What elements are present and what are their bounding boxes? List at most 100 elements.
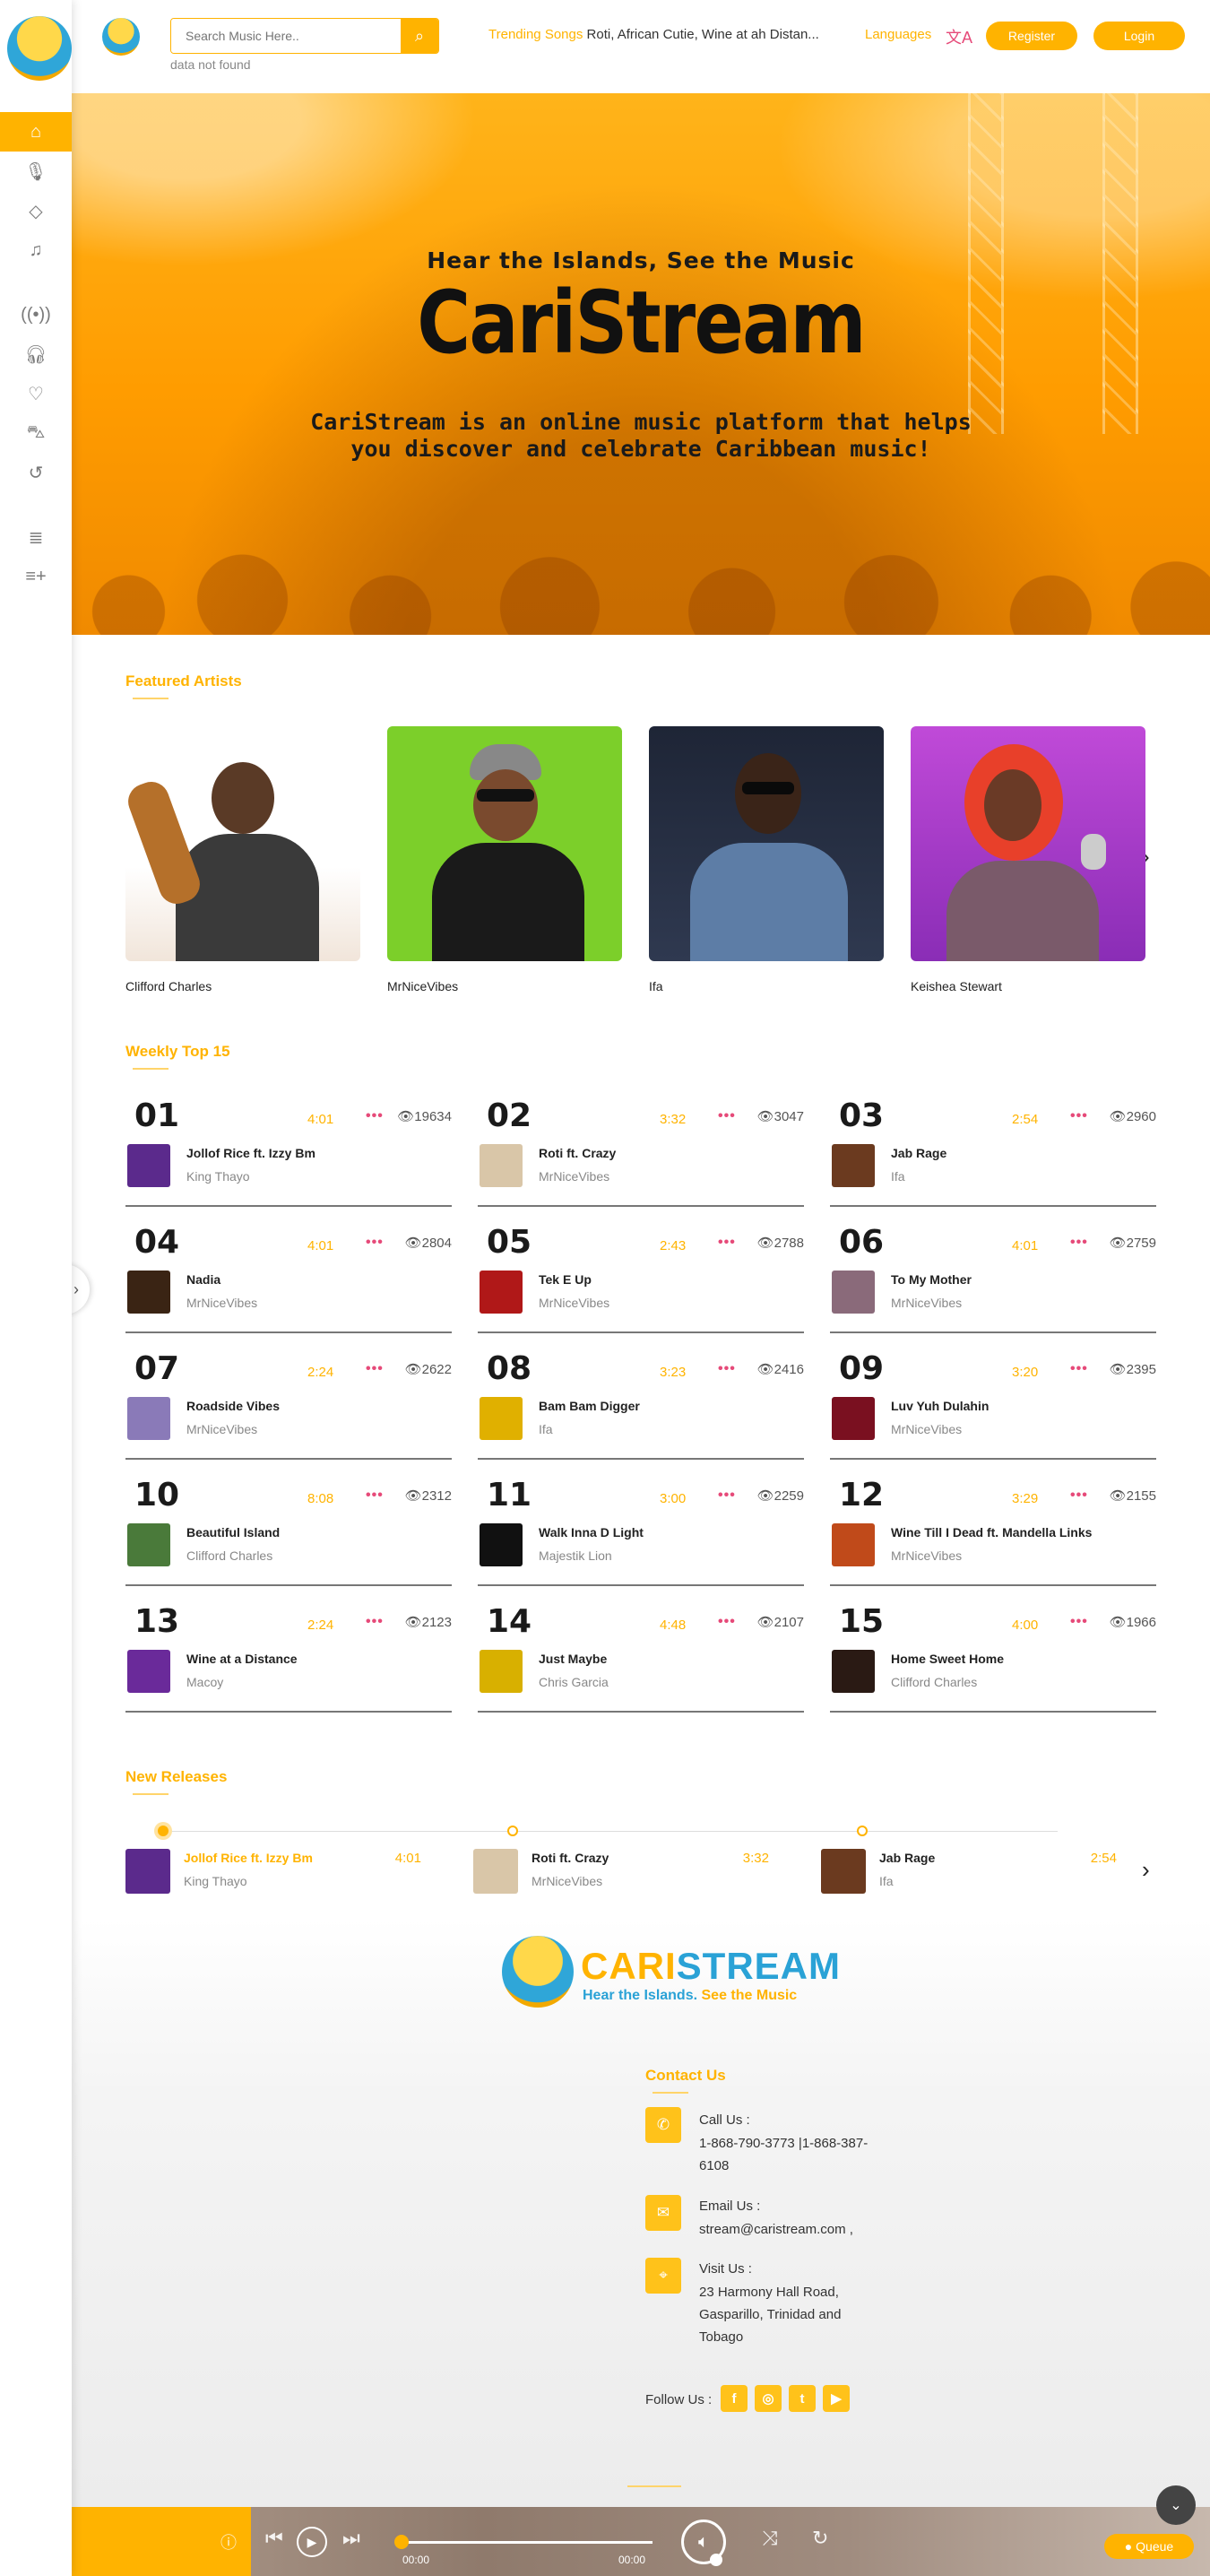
more-options-icon[interactable]: •••	[366, 1108, 384, 1124]
timeline-dot[interactable]	[158, 1826, 169, 1836]
sidebar-item-radio[interactable]: ((•))	[0, 295, 72, 334]
top-track[interactable]: 03 2:54 ••• 👁︎2960 Jab Rage Ifa	[830, 1094, 1156, 1207]
next-icon[interactable]: ⏭︎	[342, 2527, 360, 2550]
more-options-icon[interactable]: •••	[1070, 1108, 1088, 1124]
time-current: 00:00	[402, 2554, 430, 2566]
timeline-dot[interactable]	[507, 1826, 518, 1836]
more-options-icon[interactable]: •••	[366, 1235, 384, 1251]
twitter-icon[interactable]: t	[789, 2385, 816, 2412]
release-item[interactable]: Jollof Rice ft. Izzy Bm King Thayo 4:01	[125, 1849, 421, 1899]
sidebar-item-listen[interactable]: 🎧︎	[0, 334, 72, 374]
track-cover[interactable]	[127, 1271, 170, 1314]
track-cover[interactable]	[832, 1271, 875, 1314]
sidebar-item-favourites[interactable]: ♡	[0, 374, 72, 413]
sidebar-item-playlist[interactable]: ≣	[0, 517, 72, 557]
track-title: Wine at a Distance	[186, 1652, 298, 1666]
sidebar-item-history[interactable]: ↺	[0, 453, 72, 492]
time-total: 00:00	[618, 2554, 646, 2566]
timeline-dot[interactable]	[857, 1826, 868, 1836]
instagram-icon[interactable]: ◎	[755, 2385, 782, 2412]
repeat-icon[interactable]: ↻	[812, 2527, 828, 2550]
more-options-icon[interactable]: •••	[1070, 1614, 1088, 1630]
more-options-icon[interactable]: •••	[718, 1361, 736, 1377]
top-track[interactable]: 07 2:24 ••• 👁︎2622 Roadside Vibes MrNiceVibes	[125, 1347, 452, 1460]
artist-name: Keishea Stewart	[911, 979, 1002, 993]
collapse-player-button[interactable]: ⌄	[1156, 2485, 1196, 2525]
track-cover[interactable]	[480, 1523, 523, 1566]
top-track[interactable]: 13 2:24 ••• 👁︎2123 Wine at a Distance Macoy	[125, 1600, 452, 1713]
sidebar-item-store[interactable]: ⛍	[0, 413, 72, 453]
artist-card[interactable]: Clifford Charles	[125, 726, 360, 993]
player-info-icon[interactable]: ⓘ	[220, 2530, 237, 2554]
register-button[interactable]: Register	[986, 22, 1077, 50]
sidebar-item-add-playlist[interactable]: ≡+	[0, 557, 72, 596]
progress-bar[interactable]	[400, 2541, 653, 2544]
header-logo[interactable]	[102, 18, 140, 56]
more-options-icon[interactable]: •••	[1070, 1361, 1088, 1377]
sidebar-item-premium[interactable]: ◇	[0, 191, 72, 230]
more-options-icon[interactable]: •••	[718, 1614, 736, 1630]
track-cover[interactable]	[127, 1144, 170, 1187]
more-options-icon[interactable]: •••	[366, 1487, 384, 1504]
top-track[interactable]: 05 2:43 ••• 👁︎2788 Tek E Up MrNiceVibes	[478, 1220, 804, 1333]
track-cover[interactable]	[832, 1523, 875, 1566]
track-cover[interactable]	[832, 1650, 875, 1693]
more-options-icon[interactable]: •••	[718, 1108, 736, 1124]
shuffle-icon[interactable]: ⤨	[762, 2527, 778, 2550]
artist-card[interactable]: Keishea Stewart	[911, 726, 1145, 993]
track-cover[interactable]	[127, 1397, 170, 1440]
artist-card[interactable]: Ifa	[649, 726, 884, 993]
sidebar-item-albums[interactable]: ♫	[0, 230, 72, 270]
translate-icon[interactable]: 文A	[946, 25, 972, 48]
top-track[interactable]: 14 4:48 ••• 👁︎2107 Just Maybe Chris Garcia	[478, 1600, 804, 1713]
more-options-icon[interactable]: •••	[366, 1361, 384, 1377]
more-options-icon[interactable]: •••	[366, 1614, 384, 1630]
play-button[interactable]: ▶	[297, 2527, 327, 2557]
caristream-logo[interactable]	[7, 16, 72, 81]
phone-icon: ✆	[645, 2107, 681, 2143]
volume-knob[interactable]	[710, 2554, 722, 2566]
top-track[interactable]: 08 3:23 ••• 👁︎2416 Bam Bam Digger Ifa	[478, 1347, 804, 1460]
trending-songs[interactable]: Trending Songs Roti, African Cutie, Wine…	[488, 27, 847, 42]
more-options-icon[interactable]: •••	[718, 1235, 736, 1251]
login-button[interactable]: Login	[1093, 22, 1185, 50]
release-item[interactable]: Jab Rage Ifa 2:54	[821, 1849, 1117, 1899]
search-button[interactable]: ⌕	[401, 19, 438, 53]
more-options-icon[interactable]: •••	[718, 1487, 736, 1504]
top-track[interactable]: 04 4:01 ••• 👁︎2804 Nadia MrNiceVibes	[125, 1220, 452, 1333]
progress-knob[interactable]	[394, 2535, 409, 2549]
track-cover[interactable]	[832, 1397, 875, 1440]
top-track[interactable]: 02 3:32 ••• 👁︎3047 Roti ft. Crazy MrNiceVibes	[478, 1094, 804, 1207]
more-options-icon[interactable]: •••	[1070, 1487, 1088, 1504]
view-count: 2416	[774, 1362, 804, 1377]
top-track[interactable]: 12 3:29 ••• 👁︎2155 Wine Till I Dead ft. Mand…	[830, 1473, 1156, 1586]
queue-button[interactable]: ● Queue	[1104, 2534, 1194, 2559]
track-cover[interactable]	[480, 1144, 523, 1187]
track-cover[interactable]	[127, 1650, 170, 1693]
sidebar-item-artists[interactable]: 🎙︎	[0, 152, 72, 191]
release-item[interactable]: Roti ft. Crazy MrNiceVibes 3:32	[473, 1849, 769, 1899]
youtube-icon[interactable]: ▶	[823, 2385, 850, 2412]
top-track[interactable]: 06 4:01 ••• 👁︎2759 To My Mother MrNiceVibes	[830, 1220, 1156, 1333]
track-cover[interactable]	[480, 1397, 523, 1440]
top-track[interactable]: 10 8:08 ••• 👁︎2312 Beautiful Island Clifford …	[125, 1473, 452, 1586]
more-options-icon[interactable]: •••	[1070, 1235, 1088, 1251]
track-views: 👁︎2960	[1110, 1108, 1156, 1124]
previous-icon[interactable]: ⏮︎	[265, 2527, 283, 2550]
track-cover[interactable]	[832, 1144, 875, 1187]
sidebar-item-home[interactable]: ⌂	[0, 112, 72, 152]
top-track[interactable]: 09 3:20 ••• 👁︎2395 Luv Yuh Dulahin MrNiceVibe…	[830, 1347, 1156, 1460]
top-track[interactable]: 15 4:00 ••• 👁︎1966 Home Sweet Home Clifford C…	[830, 1600, 1156, 1713]
search-input[interactable]	[171, 19, 401, 53]
track-views: 👁︎2123	[405, 1614, 452, 1630]
releases-next-icon[interactable]: ›	[1142, 1856, 1150, 1884]
track-cover[interactable]	[127, 1523, 170, 1566]
top-track[interactable]: 11 3:00 ••• 👁︎2259 Walk Inna D Light Majestik…	[478, 1473, 804, 1586]
release-duration: 4:01	[394, 1851, 421, 1866]
facebook-icon[interactable]: f	[721, 2385, 748, 2412]
languages-button[interactable]: Languages	[865, 27, 931, 42]
top-track[interactable]: 01 4:01 ••• 👁︎19634 Jollof Rice ft. Izzy Bm K…	[125, 1094, 452, 1207]
track-cover[interactable]	[480, 1271, 523, 1314]
track-cover[interactable]	[480, 1650, 523, 1693]
artist-card[interactable]: MrNiceVibes	[387, 726, 622, 993]
